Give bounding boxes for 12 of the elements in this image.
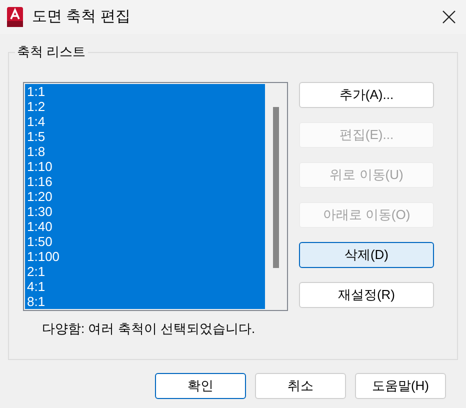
action-button[interactable]: 재설정(R)	[299, 282, 434, 308]
close-icon[interactable]	[442, 10, 456, 24]
scrollbar-thumb[interactable]	[272, 107, 278, 268]
dialog-button[interactable]: 확인	[155, 373, 246, 399]
action-button[interactable]: 추가(A)...	[299, 82, 434, 108]
dialog-button[interactable]: 도움말(H)	[355, 373, 446, 399]
window-title: 도면 축척 편집	[32, 6, 130, 27]
scale-list[interactable]: 1:1 1:2 1:4 1:5 1:8 1:10 1:16 1:20 1:30 1:40 1:50 1:100 2:1 4:1 8:1	[23, 82, 288, 311]
dialog-button[interactable]: 취소	[255, 373, 346, 399]
status-text: 다양함: 여러 축척이 선택되었습니다.	[42, 320, 256, 338]
app-logo-icon	[7, 7, 23, 27]
action-button[interactable]: 삭제(D)	[299, 242, 434, 268]
